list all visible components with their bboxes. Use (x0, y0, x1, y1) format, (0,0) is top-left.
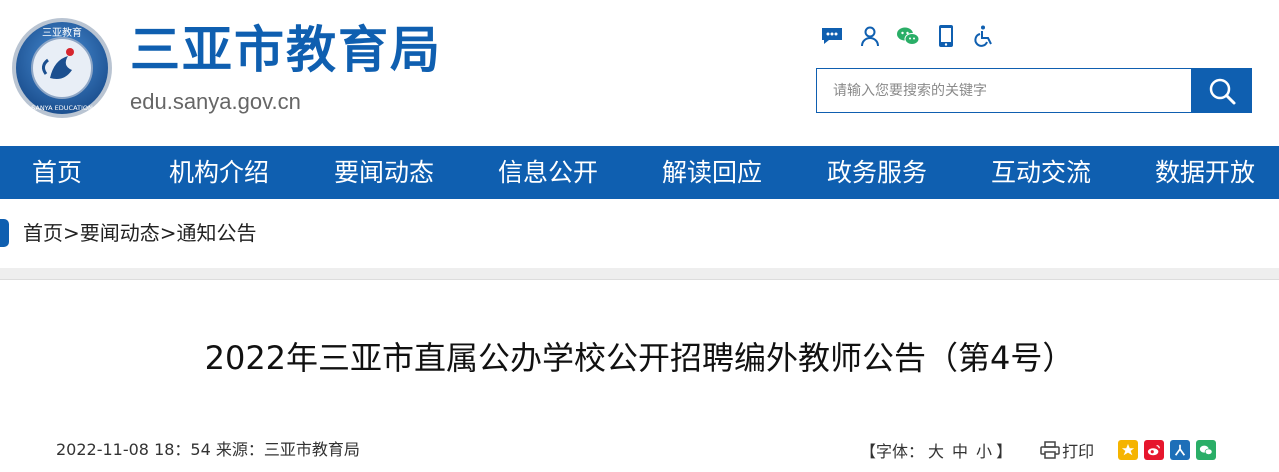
header-tools (818, 22, 998, 50)
share-icons (1118, 440, 1217, 460)
search-button[interactable] (1191, 68, 1252, 113)
nav-item-open-data[interactable]: 数据开放 (1155, 146, 1255, 199)
section-divider (0, 268, 1279, 280)
site-header: 三亚教育 SANYA EDUCATION 三亚市教育局 edu.sanya.go… (0, 0, 1279, 146)
breadcrumb-notices[interactable]: 通知公告 (177, 221, 257, 245)
print-label: 打印 (1062, 442, 1095, 461)
renren-share-icon[interactable] (1170, 440, 1191, 460)
font-size-label-close: 】 (996, 442, 1013, 461)
font-size-switcher: 【字体： 大 中 小 】 (860, 438, 1012, 462)
source-label: 来源： (215, 440, 264, 459)
mobile-icon[interactable] (932, 22, 960, 50)
qzone-share-icon[interactable] (1118, 440, 1139, 460)
site-title[interactable]: 三亚市教育局 (130, 18, 442, 82)
nav-item-home[interactable]: 首页 (32, 146, 82, 199)
breadcrumb-text: 首页>要闻动态>通知公告 (23, 217, 257, 249)
font-size-label: 【字体： (860, 442, 925, 461)
breadcrumb: 首页>要闻动态>通知公告 (0, 217, 257, 249)
nav-item-interaction[interactable]: 互动交流 (991, 146, 1091, 199)
message-icon[interactable] (818, 22, 846, 50)
font-size-medium[interactable]: 中 (952, 438, 968, 462)
main-nav: 首页 机构介绍 要闻动态 信息公开 解读回应 政务服务 互动交流 数据开放 (0, 146, 1279, 199)
user-icon[interactable] (856, 22, 884, 50)
article-meta: 2022-11-08 18：54 来源：三亚市教育局 (56, 438, 360, 462)
breadcrumb-news[interactable]: 要闻动态 (80, 221, 160, 245)
article-tools: 【字体： 大 中 小 】 打印 (860, 438, 1217, 462)
accessibility-icon[interactable] (970, 22, 998, 50)
article-date: 2022-11-08 18：54 (56, 440, 211, 459)
weibo-share-icon[interactable] (1144, 440, 1165, 460)
nav-item-about[interactable]: 机构介绍 (169, 146, 269, 199)
nav-item-news[interactable]: 要闻动态 (334, 146, 434, 199)
logo-top-text: 三亚教育 (42, 26, 82, 39)
font-size-large[interactable]: 大 (928, 438, 944, 462)
search-box (816, 68, 1192, 113)
font-size-small[interactable]: 小 (976, 438, 992, 462)
breadcrumb-home[interactable]: 首页 (23, 221, 63, 245)
wechat-icon[interactable] (894, 22, 922, 50)
print-button[interactable]: 打印 (1040, 438, 1094, 462)
nav-item-interpretation[interactable]: 解读回应 (662, 146, 762, 199)
logo-bottom-text: SANYA EDUCATION (31, 104, 93, 112)
printer-icon (1040, 441, 1060, 459)
breadcrumb-separator: > (159, 221, 177, 245)
sanya-education-emblem-icon[interactable]: 三亚教育 SANYA EDUCATION (10, 16, 114, 120)
wechat-share-icon[interactable] (1196, 440, 1217, 460)
nav-item-services[interactable]: 政务服务 (827, 146, 927, 199)
search-input[interactable] (817, 69, 1191, 112)
breadcrumb-marker (0, 219, 9, 247)
nav-item-disclosure[interactable]: 信息公开 (498, 146, 598, 199)
search-icon (1209, 78, 1235, 104)
breadcrumb-separator: > (63, 221, 80, 245)
site-domain: edu.sanya.gov.cn (130, 89, 301, 114)
article-source: 三亚市教育局 (263, 440, 360, 459)
article-title: 2022年三亚市直属公办学校公开招聘编外教师公告（第4号） (204, 339, 1075, 377)
